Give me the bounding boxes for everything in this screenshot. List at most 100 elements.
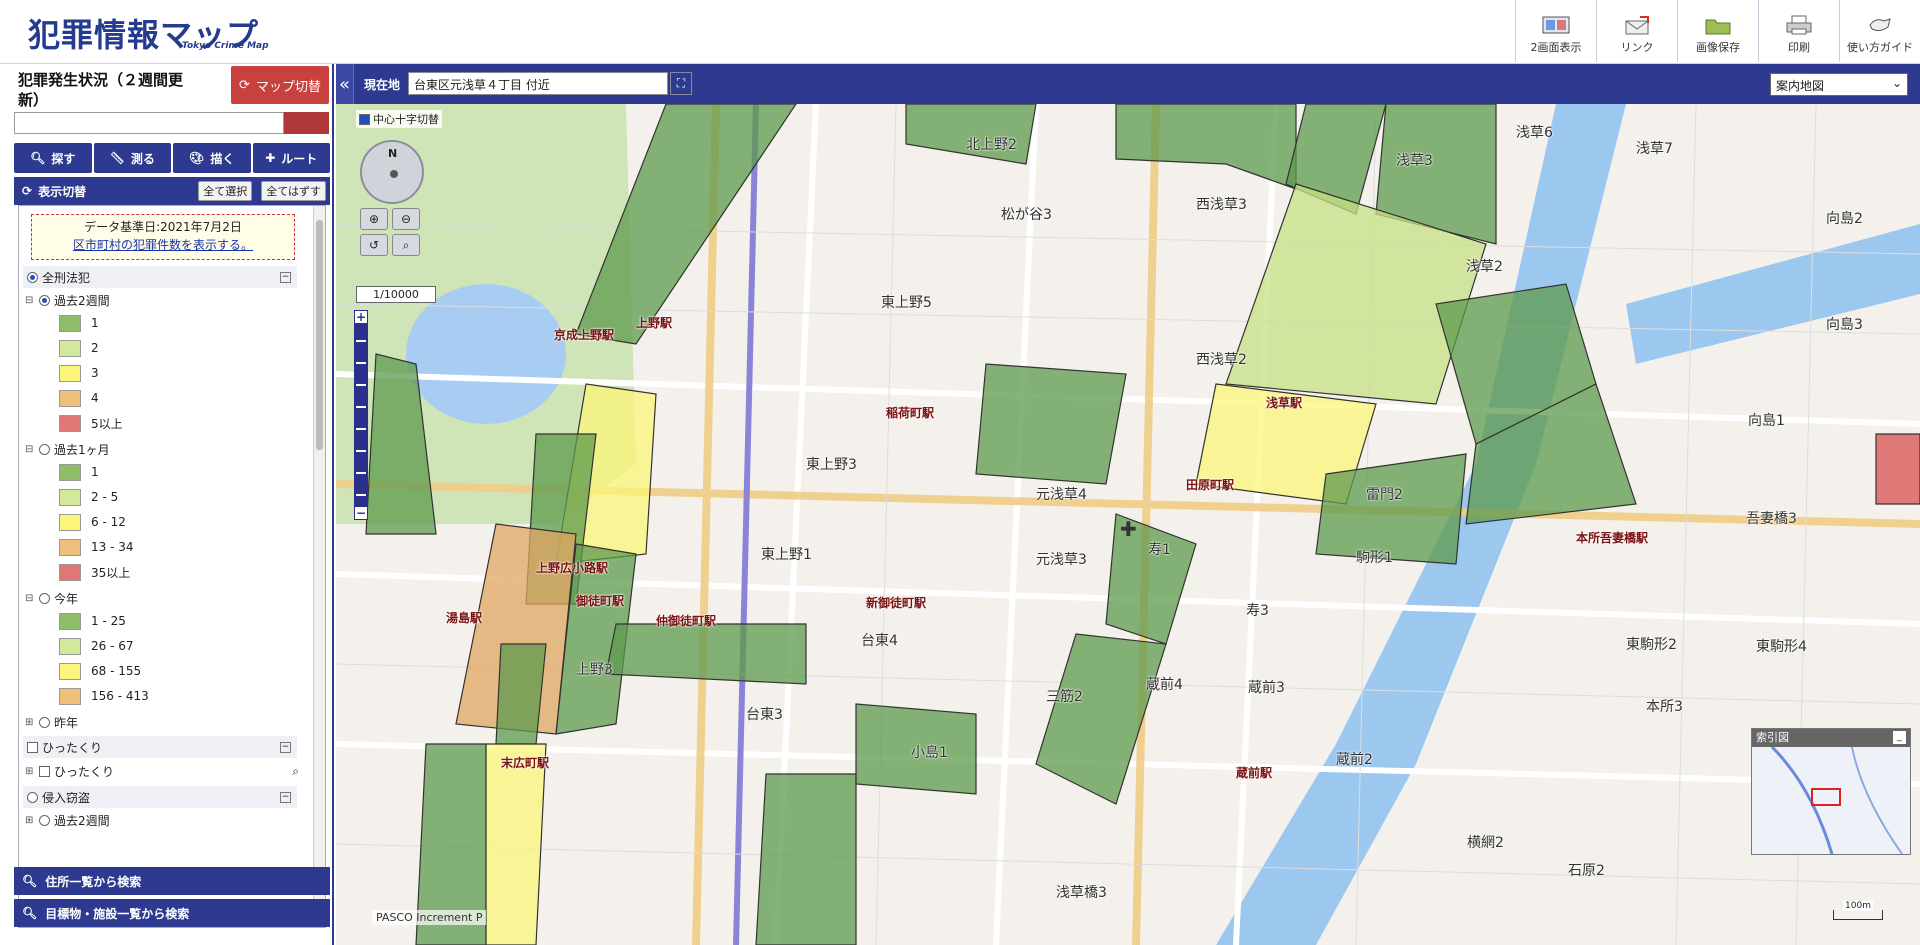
map-label: 本所吾妻橋駅 [1576,531,1649,545]
zoom-tick [356,384,366,386]
checkbox-snatch-section[interactable] [27,741,38,753]
ruler-icon: 📏︎ [109,151,125,165]
period-1m-row[interactable]: ⊟ 過去1ヶ月 [25,439,110,459]
legend-scrollbar[interactable] [313,206,325,927]
facility-search-button[interactable]: 🔍︎ 目標物・施設一覧から検索 [14,899,330,927]
zoom-minus-icon[interactable]: − [354,506,368,520]
legend-item: 3 [59,363,99,383]
tree-toggle-icon[interactable]: ⊞ [25,717,35,728]
burglary-period-label: 過去2週間 [54,813,110,828]
tree-toggle-icon[interactable]: ⊟ [25,295,35,306]
route-button[interactable]: ✚ ルート [252,143,330,173]
collapse-panel-button[interactable]: « [336,64,354,104]
period-year-row[interactable]: ⊟ 今年 [25,588,78,608]
section-snatch[interactable]: ひったくり − [23,736,297,758]
search-icon[interactable]: ⌕ [292,764,299,779]
map-label: 西浅草2 [1196,352,1247,368]
radio-all-crimes[interactable] [27,271,38,283]
search-submit-button[interactable] [284,112,329,134]
zoom-in-icon[interactable]: ⊕ [360,208,388,230]
scroll-thumb[interactable] [316,220,323,450]
scale-bar: 100m [1833,901,1883,920]
deselect-all-button[interactable]: 全てはずす [261,181,326,201]
radio-period-year[interactable] [39,592,50,604]
tree-toggle-icon[interactable]: ⊟ [25,444,35,455]
collapse-icon[interactable]: − [280,741,291,753]
find-button[interactable]: 🔍︎ 探す [14,143,92,173]
basemap-value: 案内地図 [1776,79,1825,93]
pan-center-icon[interactable] [390,170,398,178]
zoom-area-icon[interactable]: ⌕ [392,234,420,256]
map-label: 西浅草3 [1196,197,1247,213]
print-button[interactable]: 印刷 [1758,0,1839,62]
split-screen-icon [1542,16,1570,34]
zoom-plus-icon[interactable]: + [354,310,368,324]
map-switch-button[interactable]: ⟳ マップ切替 [231,66,329,104]
center-crosshair-icon: ✚ [1120,517,1137,541]
address-search-label: 住所一覧から検索 [45,874,142,889]
minimize-icon[interactable]: _ [1893,731,1906,744]
select-all-button[interactable]: 全て選択 [198,181,253,201]
radio-period-1m[interactable] [39,443,50,455]
save-image-label: 画像保存 [1696,41,1740,54]
save-image-button[interactable]: 画像保存 [1677,0,1758,62]
palette-icon: 🎨︎ [189,151,205,165]
legend-label: 3 [91,366,99,380]
map-canvas[interactable]: 中心十字切替 N ⊕ ⊖ ↺ ⌕ 1/10000 + − 上野駅 京成上野駅 稲… [336,104,1920,945]
period-2w-label: 過去2週間 [54,293,110,308]
guide-button[interactable]: 使い方ガイド [1839,0,1920,62]
legend-label: 6 - 12 [91,515,126,529]
address-search-button[interactable]: 🔍︎ 住所一覧から検索 [14,867,330,895]
checkbox-crosshair[interactable] [359,113,370,125]
radio-burglary[interactable] [27,791,38,803]
zoom-slider[interactable]: + − [354,310,368,520]
link-button[interactable]: リンク [1596,0,1677,62]
legend-label: 4 [91,391,99,405]
north-label: N [388,147,398,160]
map-label: 石原2 [1568,863,1605,879]
legend-label: 26 - 67 [91,639,134,653]
draw-button[interactable]: 🎨︎ 描く [173,143,251,173]
radio-burglary-2w[interactable] [39,814,50,826]
map-label: 吾妻橋3 [1746,511,1797,527]
period-last-year-row[interactable]: ⊞ 昨年 [25,712,78,732]
crosshair-toggle-label: 中心十字切替 [373,113,439,126]
map-label: 雷門2 [1366,487,1403,503]
overview-map[interactable]: 索引図 _ [1751,728,1911,855]
legend-label: 1 [91,465,99,479]
map-label: 東駒形4 [1756,639,1807,655]
pan-compass[interactable]: N [360,140,424,204]
split-screen-button[interactable]: 2画面表示 [1515,0,1596,62]
route-icon: ✚ [265,151,276,165]
map-label: 新御徒町駅 [866,596,927,610]
tree-toggle-icon[interactable]: ⊞ [25,815,35,826]
app-logo[interactable]: 犯罪情報マップ Tokyo Crime Map [14,8,284,54]
tree-toggle-icon[interactable]: ⊟ [25,593,35,604]
print-label: 印刷 [1788,41,1810,54]
section-all-crimes[interactable]: 全刑法犯 − [23,266,297,288]
crosshair-toggle[interactable]: 中心十字切替 [356,110,442,128]
collapse-icon[interactable]: − [280,791,291,803]
section-burglary[interactable]: 侵入窃盗 − [23,786,297,808]
checkbox-snatch[interactable] [39,765,50,777]
locate-icon[interactable]: ⛶ [670,72,692,95]
measure-button[interactable]: 📏︎ 測る [93,143,171,173]
zoom-out-icon[interactable]: ⊖ [392,208,420,230]
radio-period-last-year[interactable] [39,716,50,728]
radio-period-2w[interactable] [39,294,50,306]
municipality-count-link[interactable]: 区市町村の犯罪件数を表示する。 [73,238,253,252]
snatch-item-row[interactable]: ⊞ ひったくり ⌕ [25,761,299,781]
collapse-icon[interactable]: − [280,271,291,283]
legend-swatch [59,463,81,481]
period-last-year-label: 昨年 [54,715,79,730]
map-scale: 1/10000 [356,286,436,303]
burglary-period-row[interactable]: ⊞ 過去2週間 [25,810,110,830]
zoom-tick [356,428,366,430]
search-input[interactable] [14,112,284,134]
draw-label: 描く [210,151,235,166]
tree-toggle-icon[interactable]: ⊞ [25,766,35,777]
panel-title: 犯罪発生状況（２週間更新） [18,71,184,109]
period-2w-row[interactable]: ⊟ 過去2週間 [25,290,110,310]
basemap-select[interactable]: 案内地図 ⌄ [1770,73,1908,96]
reset-view-icon[interactable]: ↺ [360,234,388,256]
